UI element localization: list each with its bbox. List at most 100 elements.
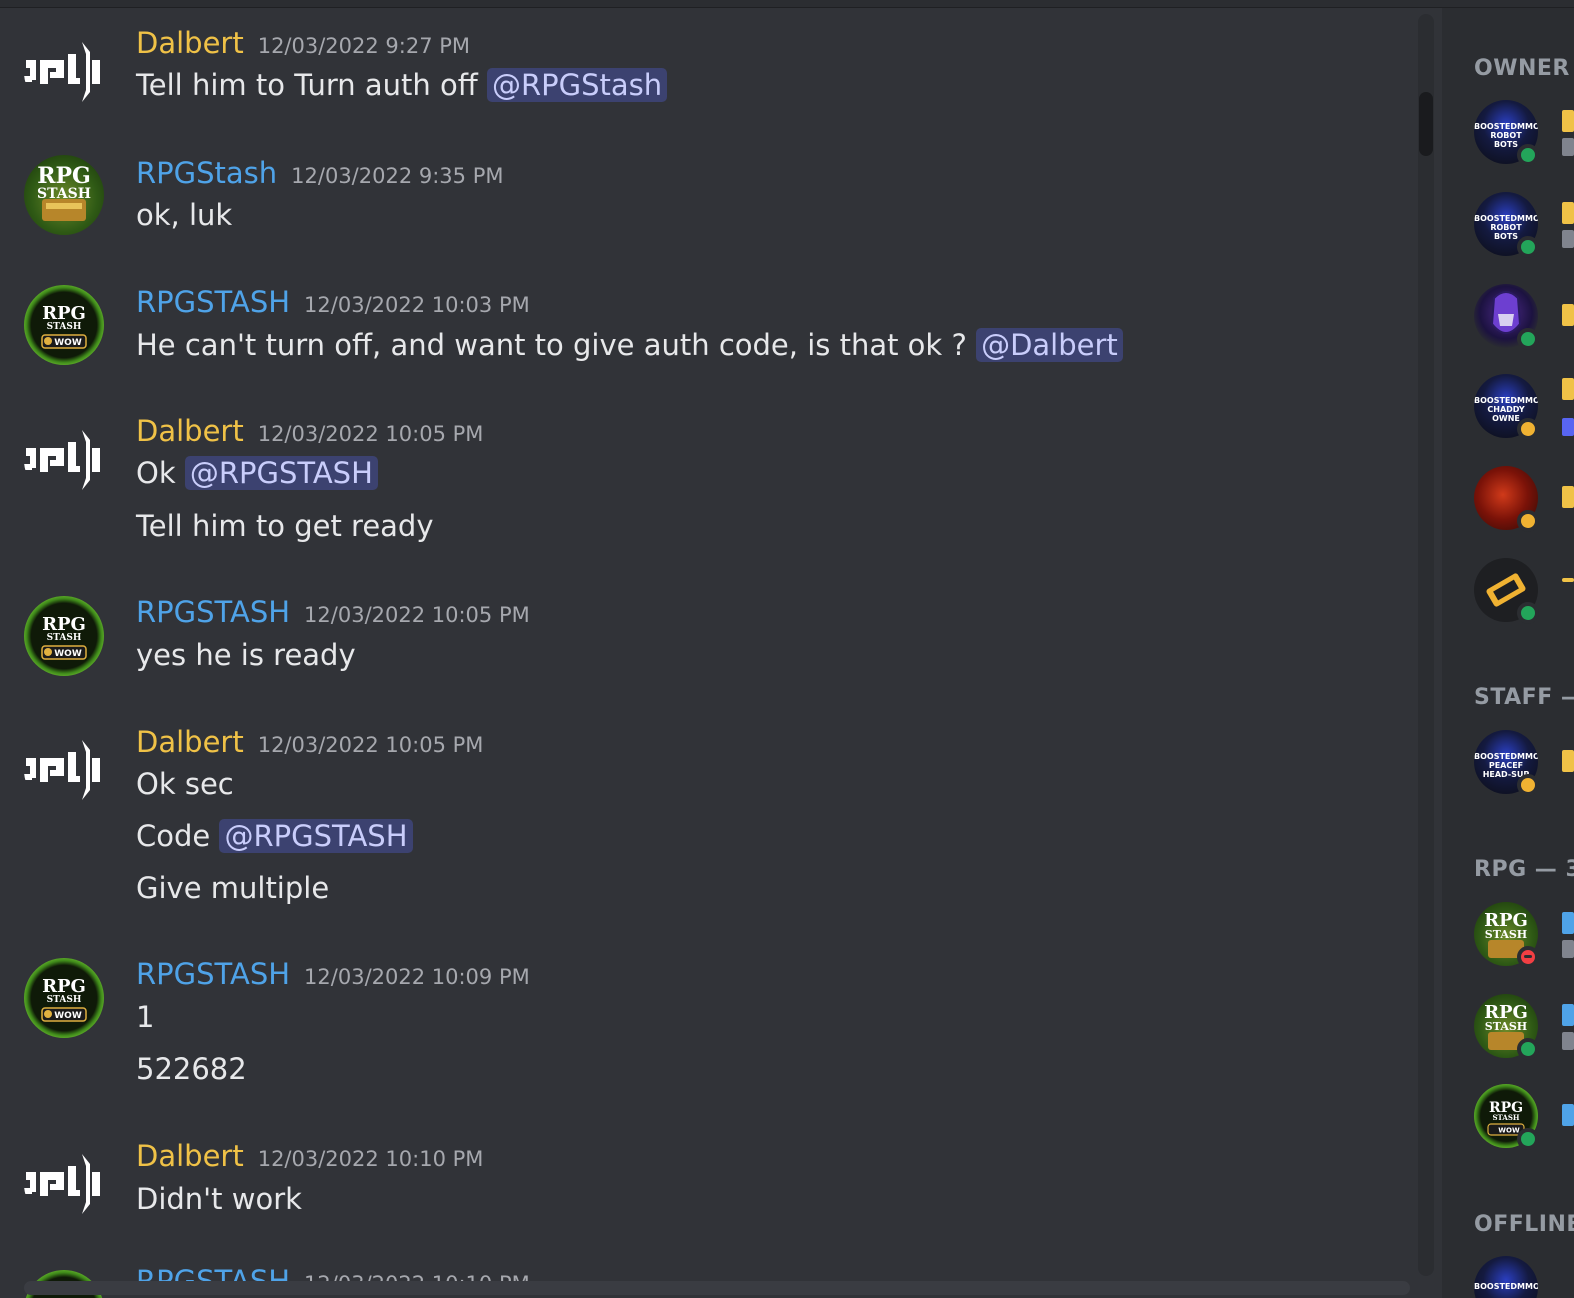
avatar-text: STASH [47, 995, 82, 1005]
message-content: Tell him to Turn auth off [136, 68, 478, 102]
message-content: Code [136, 819, 211, 853]
message-text: Give multiple [136, 871, 330, 905]
avatar[interactable]: RPG STASH WOW [24, 596, 104, 676]
timestamp: 12/03/2022 9:27 PM [257, 34, 471, 58]
member-item[interactable]: RPG STASH [1474, 994, 1574, 1062]
idle-status-icon [1517, 774, 1539, 796]
member-item[interactable] [1474, 466, 1574, 534]
username[interactable]: Dalbert [136, 414, 244, 448]
username[interactable]: RPGSTASH [136, 285, 290, 319]
avatar-text: STASH [1485, 928, 1527, 941]
message-header: RPGStash 12/03/2022 9:35 PM [136, 156, 503, 190]
member-item[interactable]: RPG STASH [1474, 902, 1574, 970]
username[interactable]: Dalbert [136, 26, 244, 60]
avatar-text: RPG [42, 614, 86, 635]
message-header: Dalbert 12/03/2022 10:10 PM [136, 1139, 483, 1173]
message-header: Dalbert 12/03/2022 10:05 PM [136, 414, 483, 448]
member-name-fragment [1562, 378, 1574, 400]
message-header: RPGSTASH 12/03/2022 10:09 PM [136, 957, 530, 991]
online-status-icon [1517, 144, 1539, 166]
member-name-fragment [1562, 750, 1574, 772]
username[interactable]: RPGStash [136, 156, 277, 190]
message-header: RPGSTASH 12/03/2022 10:05 PM [136, 595, 530, 629]
message-text: Tell him to Turn auth off @RPGStash [136, 68, 668, 102]
avatar-text: STASH [47, 633, 82, 643]
avatar-text: STASH [1493, 1113, 1520, 1122]
avatar[interactable] [24, 420, 104, 500]
online-status-icon [1517, 1038, 1539, 1060]
idle-status-icon [1517, 418, 1539, 440]
rpg-stash-wow-logo-icon: RPG STASH WOW [41, 614, 87, 660]
timestamp: 12/03/2022 10:03 PM [304, 293, 530, 317]
username[interactable]: RPGSTASH [136, 957, 290, 991]
user-mention[interactable]: @RPGSTASH [219, 819, 413, 853]
online-status-icon [1517, 236, 1539, 258]
member-item[interactable]: BOOSTEDMMO ROBOT BOTS [1474, 192, 1574, 260]
username[interactable]: RPGSTASH [136, 595, 290, 629]
user-mention[interactable]: @RPGStash [486, 68, 668, 102]
member-item[interactable] [1474, 284, 1574, 352]
member-list: OWNER — BOOSTEDMMOROBOTBOTS BOOSTEDMMORO… [1442, 8, 1574, 1298]
message-text: 1 [136, 1000, 155, 1034]
category-staff: STAFF — [1474, 685, 1574, 710]
message-content: He can't turn off, and want to give auth… [136, 328, 967, 362]
avatar[interactable] [24, 32, 104, 112]
member-item[interactable]: BOOSTEDMMO [1474, 1256, 1574, 1298]
jrl-logo-icon [24, 740, 100, 800]
message-header: Dalbert 12/03/2022 10:05 PM [136, 725, 483, 759]
avatar[interactable] [24, 1144, 104, 1224]
avatar[interactable]: RPG STASH WOW [24, 285, 104, 365]
message-text: 522682 [136, 1052, 247, 1086]
username[interactable]: Dalbert [136, 1139, 244, 1173]
message-text: yes he is ready [136, 638, 356, 672]
top-divider [0, 0, 1574, 8]
avatar[interactable]: RPG STASH [24, 155, 104, 235]
category-offline: OFFLINE [1474, 1212, 1574, 1237]
avatar-text: STASH [47, 322, 82, 332]
member-item[interactable]: BOOSTEDMMO PEACEF HEAD-SUP [1474, 730, 1574, 798]
avatar-text: RPG [42, 976, 86, 997]
member-name-fragment [1562, 1104, 1574, 1126]
category-rpg: RPG — 3 [1474, 857, 1574, 882]
avatar[interactable] [24, 730, 104, 810]
idle-status-icon [1517, 510, 1539, 532]
message-text: Tell him to get ready [136, 509, 434, 543]
member-item[interactable] [1474, 558, 1574, 626]
message-header: Dalbert 12/03/2022 9:27 PM [136, 26, 470, 60]
online-status-icon [1517, 328, 1539, 350]
avatar[interactable]: RPG STASH WOW [24, 958, 104, 1038]
member-activity-fragment [1562, 230, 1574, 248]
timestamp: 12/03/2022 10:05 PM [257, 422, 484, 446]
scrollbar-thumb[interactable] [1419, 92, 1433, 156]
member-name-fragment [1562, 202, 1574, 224]
message-text: Ok @RPGSTASH [136, 456, 378, 490]
category-owner: OWNER — [1474, 56, 1574, 81]
member-item[interactable]: BOOSTEDMMO ROBOT BOTS [1474, 100, 1574, 168]
avatar: BOOSTEDMMO [1474, 1256, 1538, 1298]
user-mention[interactable]: @Dalbert [976, 328, 1123, 362]
member-name-fragment [1562, 304, 1574, 326]
avatar-text: WOW [54, 338, 82, 348]
online-status-icon [1517, 1128, 1539, 1150]
horizontal-scrollbar[interactable] [24, 1281, 1410, 1295]
scrollbar-track[interactable] [1418, 14, 1434, 1276]
avatar-text: BOOSTEDMMO [1474, 1282, 1538, 1291]
member-item[interactable]: RPG STASH WOW [1474, 1084, 1574, 1152]
message-header: RPGSTASH 12/03/2022 10:03 PM [136, 285, 530, 319]
rpg-stash-wow-logo-icon: RPG STASH WOW [41, 976, 87, 1022]
jrl-logo-icon [24, 1154, 100, 1214]
dnd-status-icon [1517, 946, 1539, 968]
timestamp: 12/03/2022 10:05 PM [304, 603, 530, 627]
timestamp: 12/03/2022 10:05 PM [257, 733, 484, 757]
rpg-stash-wow-logo-icon: RPG STASH WOW [41, 303, 87, 349]
user-mention[interactable]: @RPGSTASH [184, 456, 378, 490]
jrl-logo-icon [24, 42, 100, 102]
message-text: Ok sec [136, 767, 234, 801]
member-name-fragment [1562, 1004, 1574, 1026]
member-activity-fragment [1562, 418, 1574, 436]
timestamp: 12/03/2022 10:10 PM [257, 1147, 484, 1171]
member-item[interactable]: BOOSTEDMMO CHADDY OWNE [1474, 374, 1574, 442]
username[interactable]: Dalbert [136, 725, 244, 759]
message-list[interactable]: Dalbert 12/03/2022 9:27 PM Tell him to Tu… [0, 8, 1420, 1298]
message-text: He can't turn off, and want to give auth… [136, 328, 1123, 362]
